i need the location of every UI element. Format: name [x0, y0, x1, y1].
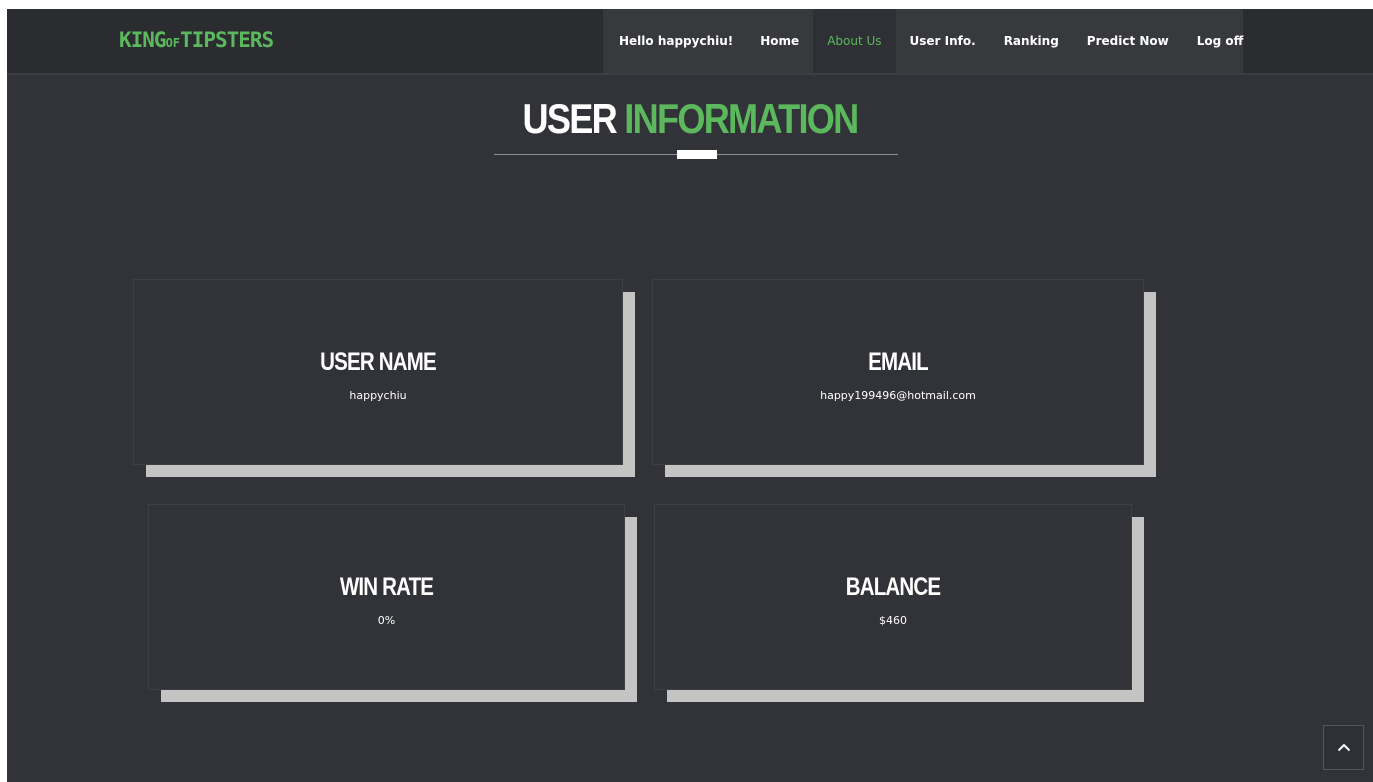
- nav-user-info[interactable]: User Info.: [896, 9, 990, 73]
- card-face: USER NAME happychiu: [133, 279, 623, 465]
- winrate-value: 0%: [377, 614, 396, 627]
- nav-log-off[interactable]: Log off: [1183, 9, 1258, 73]
- card-face: WIN RATE 0%: [148, 504, 625, 690]
- winrate-label: WIN RATE: [339, 573, 434, 601]
- back-to-top-button[interactable]: [1323, 725, 1364, 770]
- balance-label: BALANCE: [845, 573, 941, 601]
- page-title: USER INFORMATION: [103, 95, 1278, 143]
- card-winrate: WIN RATE 0%: [148, 504, 638, 704]
- page-title-green: INFORMATION: [624, 95, 859, 142]
- nav-predict-now[interactable]: Predict Now: [1073, 9, 1183, 73]
- card-username: USER NAME happychiu: [133, 279, 638, 479]
- logo-text-of: OF: [165, 36, 181, 50]
- card-shadow-right: [625, 517, 637, 702]
- email-value: happy199496@hotmail.com: [820, 389, 976, 402]
- logo-text-king: KING: [119, 28, 167, 52]
- email-label: EMAIL: [868, 348, 929, 376]
- page-frame: KINGOFTIPSTERS Hello happychiu! Home Abo…: [7, 9, 1373, 782]
- card-email: EMAIL happy199496@hotmail.com: [652, 279, 1157, 479]
- card-shadow-right: [1132, 517, 1144, 702]
- card-balance: BALANCE $460: [654, 504, 1146, 704]
- main-menu: Hello happychiu! Home About Us User Info…: [603, 9, 1243, 73]
- title-divider-mark: [677, 150, 717, 159]
- logo-text-tipsters: TIPSTERS: [180, 28, 274, 52]
- username-value: happychiu: [349, 389, 407, 402]
- nav-about-us[interactable]: About Us: [813, 9, 896, 73]
- chevron-up-icon: [1337, 743, 1350, 752]
- username-label: USER NAME: [320, 348, 436, 376]
- card-shadow-right: [623, 292, 635, 477]
- card-face: BALANCE $460: [654, 504, 1132, 690]
- balance-value: $460: [879, 614, 907, 627]
- card-shadow-bottom: [665, 465, 1156, 477]
- card-shadow-bottom: [146, 465, 635, 477]
- nav-home[interactable]: Home: [746, 9, 813, 73]
- card-shadow-bottom: [667, 690, 1144, 702]
- site-logo[interactable]: KINGOFTIPSTERS: [119, 28, 274, 52]
- nav-ranking[interactable]: Ranking: [990, 9, 1073, 73]
- card-shadow-bottom: [161, 690, 637, 702]
- page-title-white: USER: [522, 95, 617, 142]
- card-shadow-right: [1144, 292, 1156, 477]
- user-greeting[interactable]: Hello happychiu!: [605, 9, 746, 73]
- navbar: KINGOFTIPSTERS Hello happychiu! Home Abo…: [7, 9, 1373, 75]
- card-face: EMAIL happy199496@hotmail.com: [652, 279, 1144, 465]
